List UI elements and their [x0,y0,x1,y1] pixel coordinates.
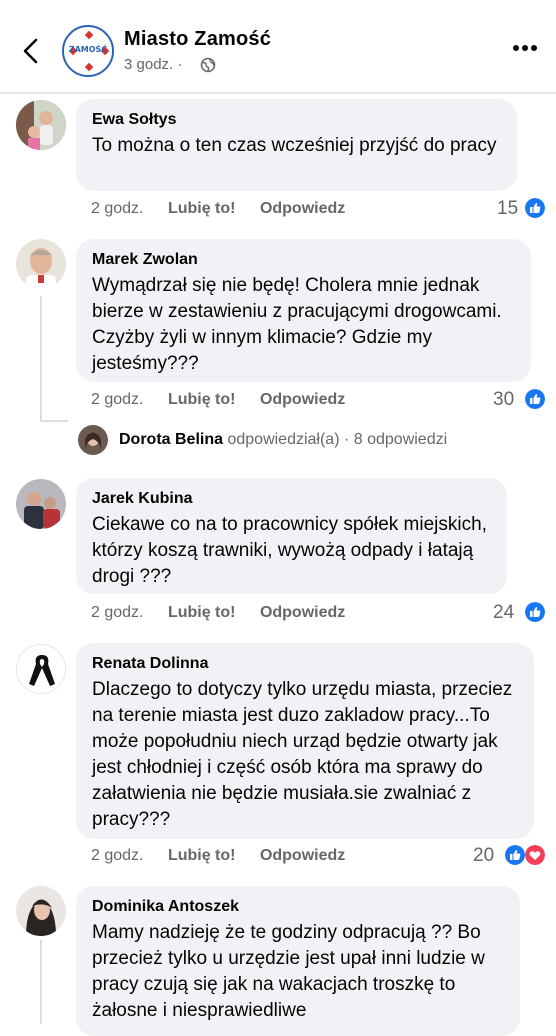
thread-line-curve [40,420,68,422]
back-arrow-icon[interactable] [18,36,46,66]
comment-text: Dlaczego to dotyczy tylko urzędu miasta,… [92,679,513,830]
like-reaction-icon [525,602,545,622]
comment-actions: 2 godz. Lubię to! Odpowiedz [91,604,365,622]
like-reaction-icon [525,389,545,409]
reaction-count[interactable]: 24 [493,602,514,624]
comment-bubble: Marek Zwolan Wymądrzał się nie będę! Cho… [76,239,531,382]
post-time: 3 godz. · [124,56,183,73]
like-button[interactable]: Lubię to! [168,847,236,865]
comment-time: 2 godz. [91,847,144,864]
comment-text: Ciekawe co na to pracownicy spółek miejs… [92,514,487,587]
like-reaction-icon [525,198,545,218]
avatar [78,425,108,455]
comment-bubble: Ewa Sołtys To można o ten czas wcześniej… [76,99,517,191]
globe-icon [200,57,216,73]
comment-bubble: Renata Dolinna Dlaczego to dotyczy tylko… [76,643,534,839]
reply-author[interactable]: Dorota Belina [119,431,223,448]
comment-actions: 2 godz. Lubię to! Odpowiedz [91,200,365,218]
like-button[interactable]: Lubię to! [168,391,236,409]
comment-time: 2 godz. [91,200,144,217]
comment-time: 2 godz. [91,391,144,408]
comment-bubble: Jarek Kubina Ciekawe co na to pracownicy… [76,478,507,594]
header-divider [0,92,556,94]
thread-line [40,296,42,422]
comment-actions: 2 godz. Lubię to! Odpowiedz [91,391,365,409]
reply-button[interactable]: Odpowiedz [260,391,345,409]
thread-line [40,940,42,1024]
page-name[interactable]: Miasto Zamość [124,28,271,51]
reply-count: · 8 odpowiedzi [343,431,448,448]
reply-action: odpowiedział(a) [227,431,340,448]
comment-text: To można o ten czas wcześniej przyjść do… [92,135,497,156]
heart-reaction-icon [525,845,545,865]
reply-button[interactable]: Odpowiedz [260,847,345,865]
avatar[interactable] [16,100,66,150]
comment-author[interactable]: Jarek Kubina [92,490,491,508]
comment-actions: 2 godz. Lubię to! Odpowiedz [91,847,365,865]
avatar[interactable] [16,886,66,936]
comment-time: 2 godz. [91,604,144,621]
reply-button[interactable]: Odpowiedz [260,200,345,218]
comment-bubble: Dominika Antoszek Mamy nadzieję że te go… [76,886,520,1036]
like-reaction-icon [505,845,525,865]
reply-button[interactable]: Odpowiedz [260,604,345,622]
comment-text: Mamy nadzieję że te godziny odpracują ??… [92,922,485,1021]
comment-text: Wymądrzał się nie będę! Cholera mnie jed… [92,275,502,374]
post-header: ZAMOŚĆ Miasto Zamość 3 godz. · [0,0,556,92]
reaction-count[interactable]: 20 [473,845,494,867]
avatar[interactable] [16,239,66,289]
like-button[interactable]: Lubię to! [168,604,236,622]
page-avatar[interactable]: ZAMOŚĆ [62,25,114,77]
avatar[interactable] [16,644,66,694]
page-logo-text: ZAMOŚĆ [68,45,108,54]
comment-author[interactable]: Ewa Sołtys [92,111,501,129]
comment-author[interactable]: Renata Dolinna [92,655,518,673]
avatar[interactable] [16,479,66,529]
reaction-count[interactable]: 30 [493,389,514,411]
comment-author[interactable]: Marek Zwolan [92,251,515,269]
comment-author[interactable]: Dominika Antoszek [92,898,504,916]
reaction-count[interactable]: 15 [497,198,518,220]
like-button[interactable]: Lubię to! [168,200,236,218]
more-icon[interactable] [512,44,538,52]
